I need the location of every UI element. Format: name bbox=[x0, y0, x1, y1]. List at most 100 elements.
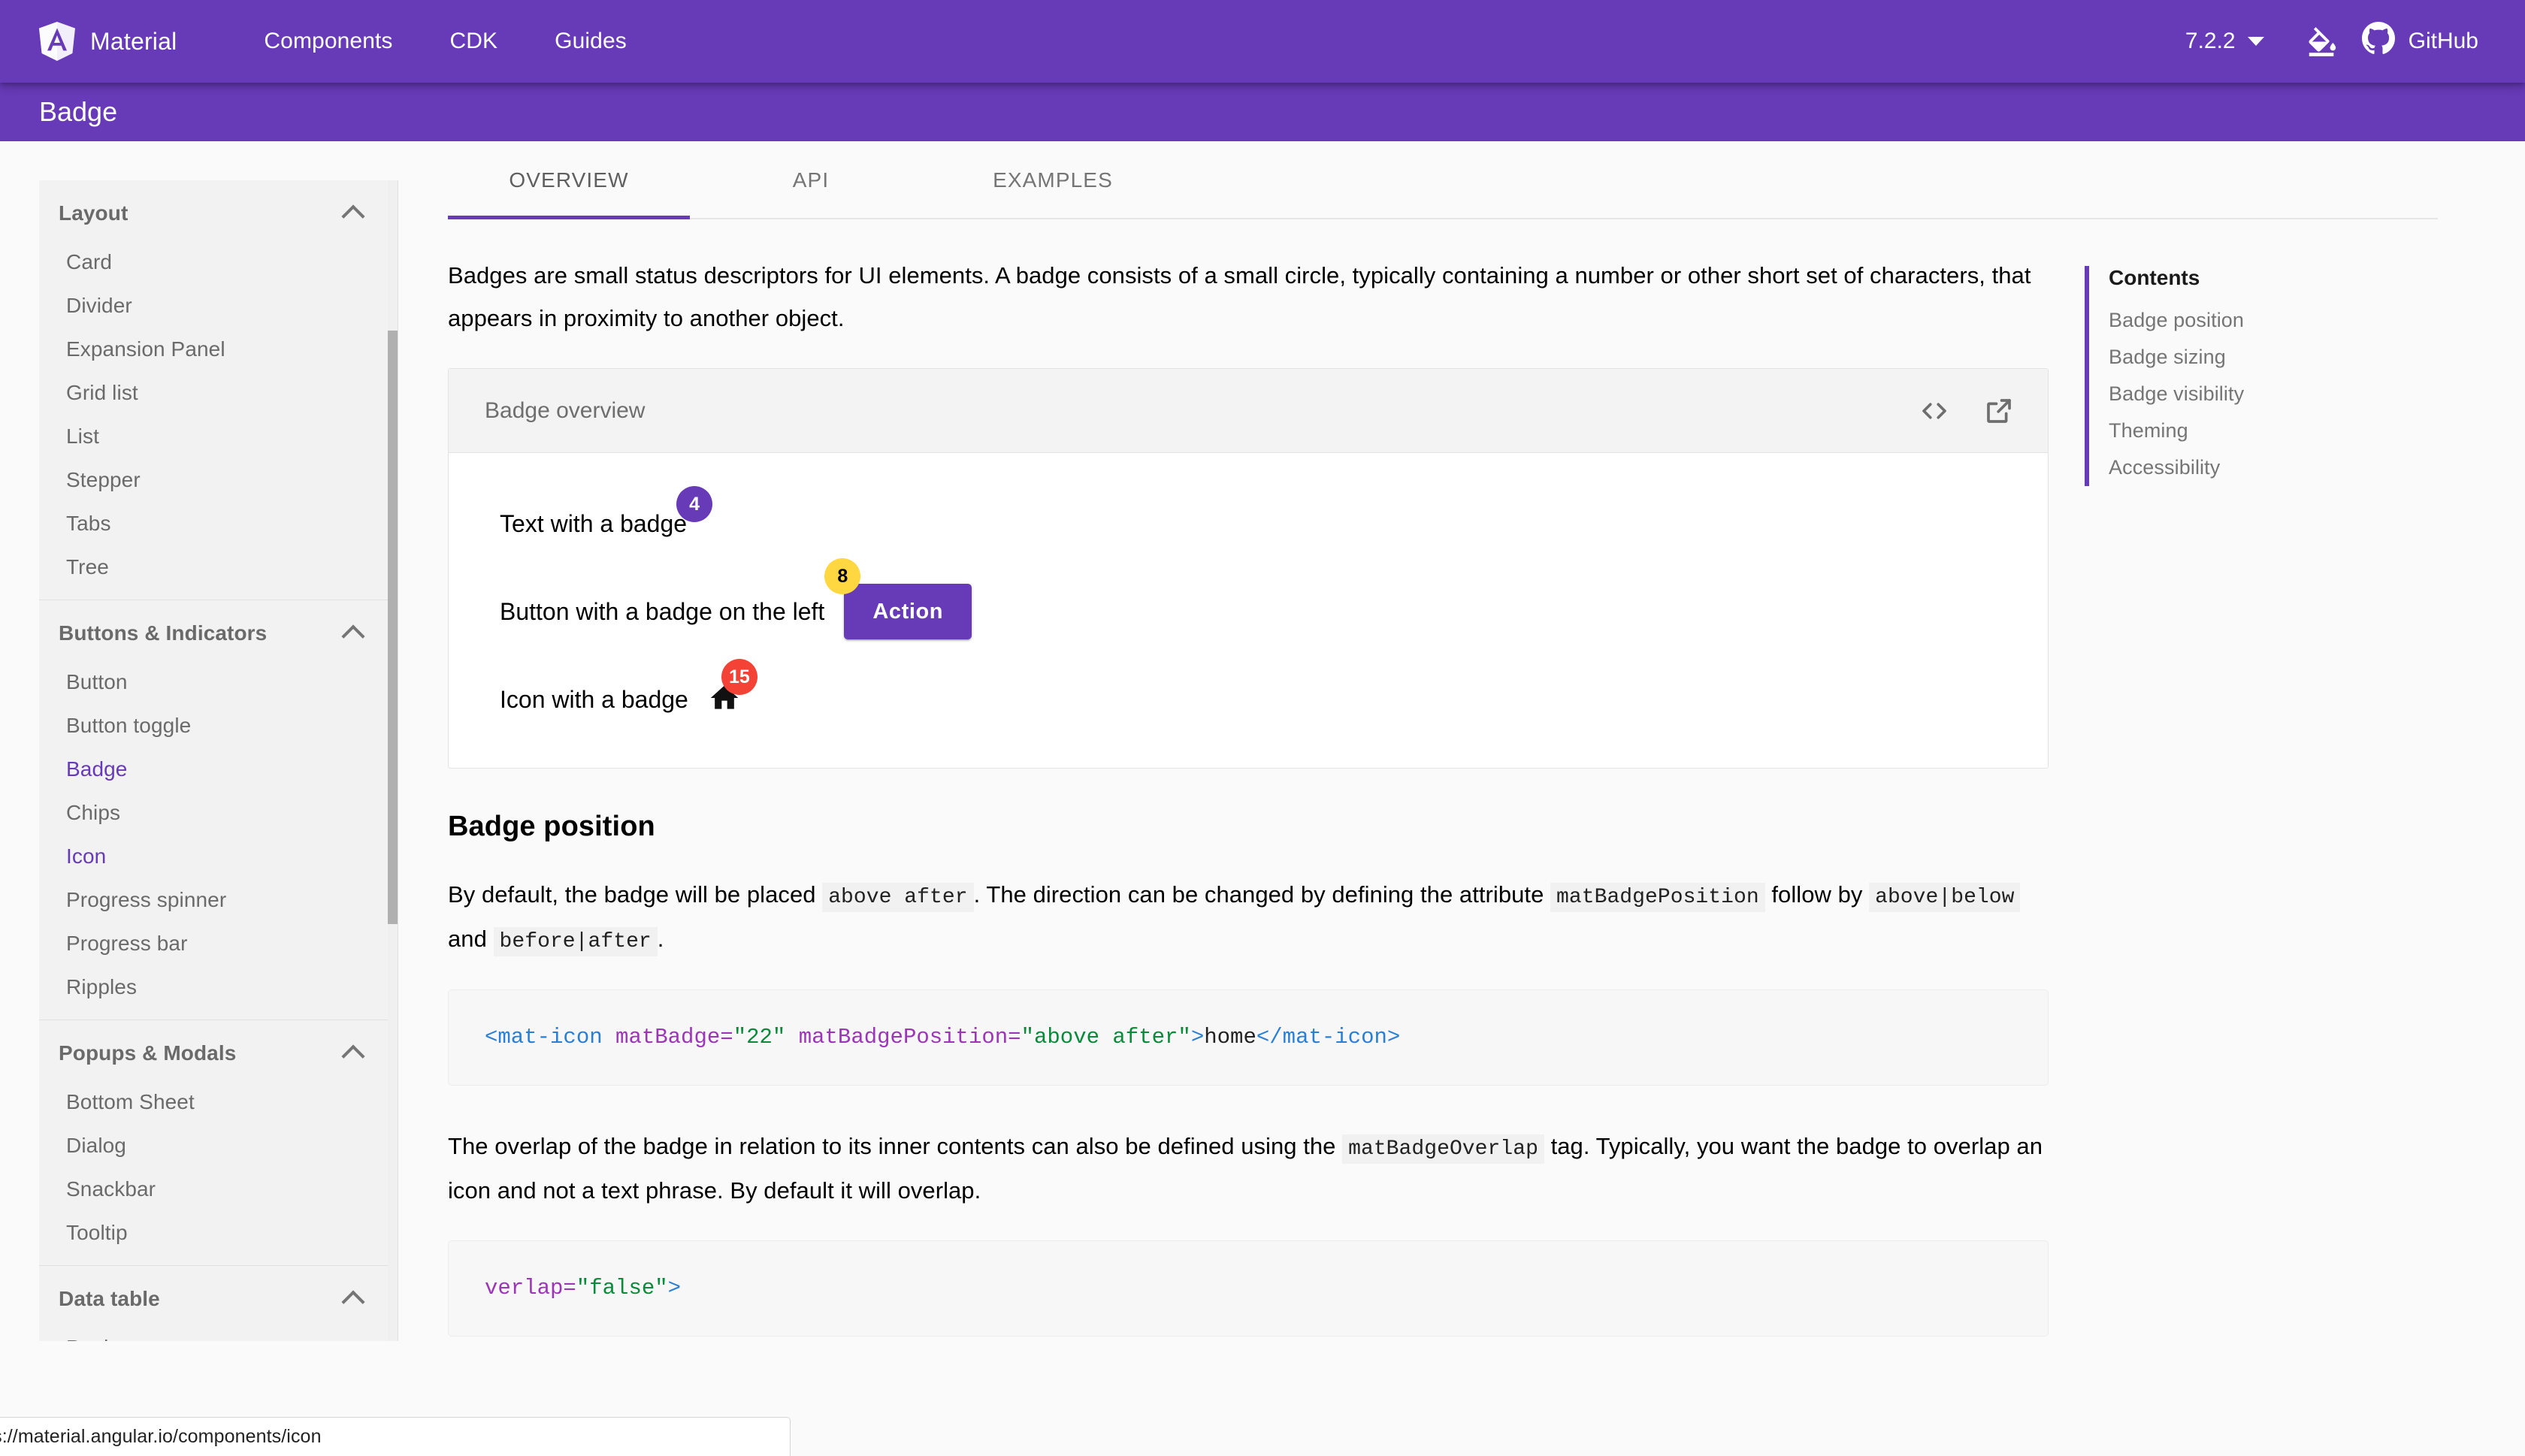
open-in-new-icon[interactable] bbox=[1983, 395, 2015, 427]
nav-group-title: Popups & Modals bbox=[59, 1041, 236, 1065]
code-above-below: above|below bbox=[1869, 883, 2020, 912]
code-token: "22" bbox=[733, 1025, 786, 1050]
nav-group-title: Buttons & Indicators bbox=[59, 621, 267, 645]
tab-examples[interactable]: EXAMPLES bbox=[932, 141, 1174, 218]
tab-overview[interactable]: OVERVIEW bbox=[448, 141, 690, 218]
page-title-bar: Badge bbox=[0, 83, 2525, 141]
sidebar-item-progress-spinner[interactable]: Progress spinner bbox=[39, 878, 398, 922]
toc-link-badge-visibility[interactable]: Badge visibility bbox=[2109, 376, 2430, 412]
sidebar-item-card[interactable]: Card bbox=[39, 240, 398, 284]
demo-icon-label: Icon with a badge bbox=[500, 686, 688, 714]
sidebar-item-ripples[interactable]: Ripples bbox=[39, 965, 398, 1009]
code-brackets-icon[interactable] bbox=[1919, 395, 1950, 427]
sidebar-item-progress-bar[interactable]: Progress bar bbox=[39, 922, 398, 965]
bp-text-b: . The direction can be changed by defini… bbox=[974, 881, 1550, 908]
nav-link-components[interactable]: Components bbox=[235, 0, 421, 83]
nav-group-header-popups-modals[interactable]: Popups & Modals bbox=[39, 1020, 398, 1080]
github-label: GitHub bbox=[2409, 29, 2478, 54]
demo-button-label: Button with a badge on the left bbox=[500, 598, 824, 626]
tab-api[interactable]: API bbox=[690, 141, 932, 218]
bp-text-c: follow by bbox=[1765, 881, 1869, 908]
demo-row-text-badge: Text with a badge 4 bbox=[500, 506, 1997, 542]
sidebar-item-badge[interactable]: Badge bbox=[39, 748, 398, 791]
chevron-up-icon bbox=[341, 1290, 364, 1313]
sidebar-item-list[interactable]: List bbox=[39, 415, 398, 458]
sidebar-item-stepper[interactable]: Stepper bbox=[39, 458, 398, 502]
sidebar: Layout Card Divider Expansion Panel Grid… bbox=[0, 141, 398, 1456]
chevron-up-icon bbox=[341, 624, 364, 648]
code-token: matBadge= bbox=[615, 1025, 733, 1050]
example-actions bbox=[1919, 395, 2015, 427]
code-token: "above after" bbox=[1021, 1025, 1191, 1050]
code-above-after: above after bbox=[822, 883, 973, 912]
nav-group-popups-modals: Popups & Modals Bottom Sheet Dialog Snac… bbox=[39, 1020, 398, 1266]
code-token: "false" bbox=[576, 1276, 668, 1300]
sidebar-item-tabs[interactable]: Tabs bbox=[39, 502, 398, 545]
sidebar-item-paginator[interactable]: Paginator bbox=[39, 1326, 398, 1341]
example-title: Badge overview bbox=[485, 398, 645, 424]
sidebar-item-divider[interactable]: Divider bbox=[39, 284, 398, 328]
code-token bbox=[603, 1025, 615, 1050]
toc-link-theming[interactable]: Theming bbox=[2109, 412, 2430, 449]
sidebar-item-dialog[interactable]: Dialog bbox=[39, 1124, 398, 1168]
code-token: matBadgePosition= bbox=[799, 1025, 1021, 1050]
chevron-down-icon bbox=[2248, 37, 2264, 46]
toc-link-accessibility[interactable]: Accessibility bbox=[2109, 449, 2430, 486]
page-title: Badge bbox=[39, 96, 117, 128]
brand-home-link[interactable]: Material bbox=[39, 22, 177, 61]
badge-warn: 15 bbox=[721, 659, 758, 695]
github-link[interactable]: GitHub bbox=[2362, 22, 2486, 61]
bp-text-e: . bbox=[658, 926, 664, 952]
action-button[interactable]: Action bbox=[844, 584, 972, 639]
example-viewer: Badge overview bbox=[448, 368, 2049, 769]
example-header: Badge overview bbox=[449, 369, 2048, 453]
sidebar-item-button[interactable]: Button bbox=[39, 660, 398, 704]
nav-link-guides[interactable]: Guides bbox=[526, 0, 655, 83]
sidebar-scroll-container[interactable]: Layout Card Divider Expansion Panel Grid… bbox=[39, 180, 398, 1341]
bp-text-a: By default, the badge will be placed bbox=[448, 881, 822, 908]
nav-group-title: Layout bbox=[59, 201, 128, 225]
code-token: > bbox=[668, 1276, 681, 1300]
demo-text-label: Text with a badge bbox=[500, 510, 687, 538]
toc-link-badge-position[interactable]: Badge position bbox=[2109, 302, 2430, 339]
nav-group-layout: Layout Card Divider Expansion Panel Grid… bbox=[39, 180, 398, 600]
sidebar-item-expansion-panel[interactable]: Expansion Panel bbox=[39, 328, 398, 371]
code-token: <mat-icon bbox=[485, 1025, 603, 1050]
sidebar-item-button-toggle[interactable]: Button toggle bbox=[39, 704, 398, 748]
nav-group-header-buttons-indicators[interactable]: Buttons & Indicators bbox=[39, 600, 398, 660]
nav-link-cdk[interactable]: CDK bbox=[422, 0, 527, 83]
sidebar-item-icon[interactable]: Icon bbox=[39, 835, 398, 878]
demo-row-icon-badge: Icon with a badge 15 bbox=[500, 681, 1997, 718]
code-before-after: before|after bbox=[494, 927, 658, 956]
nav-group-data-table: Data table Paginator Sort header bbox=[39, 1266, 398, 1341]
code-token: </mat-icon> bbox=[1256, 1025, 1400, 1050]
demo-row-button-badge: Button with a badge on the left 8 Action bbox=[500, 584, 1997, 639]
sidebar-item-tree[interactable]: Tree bbox=[39, 545, 398, 589]
content-wrapper: Layout Card Divider Expansion Panel Grid… bbox=[0, 141, 2525, 1456]
code-matbadgeoverlap: matBadgeOverlap bbox=[1342, 1134, 1544, 1164]
example-body: Text with a badge 4 Button with a badge … bbox=[449, 453, 2048, 768]
sidebar-item-bottom-sheet[interactable]: Bottom Sheet bbox=[39, 1080, 398, 1124]
sidebar-scrollbar-track[interactable] bbox=[388, 180, 398, 1341]
toc-link-badge-sizing[interactable]: Badge sizing bbox=[2109, 339, 2430, 376]
sidebar-item-snackbar[interactable]: Snackbar bbox=[39, 1168, 398, 1211]
nav-group-header-layout[interactable]: Layout bbox=[39, 180, 398, 240]
version-selector[interactable]: 7.2.2 bbox=[2167, 29, 2282, 54]
nav-group-header-data-table[interactable]: Data table bbox=[39, 1266, 398, 1326]
theme-picker-button[interactable] bbox=[2282, 23, 2362, 61]
button-with-badge: 8 Action bbox=[844, 584, 972, 639]
paint-bucket-icon bbox=[2305, 23, 2339, 61]
badge-overlap-paragraph: The overlap of the badge in relation to … bbox=[448, 1125, 2049, 1212]
sidebar-scrollbar-thumb[interactable] bbox=[388, 331, 398, 924]
sidebar-item-chips[interactable]: Chips bbox=[39, 791, 398, 835]
code-token: home bbox=[1204, 1025, 1256, 1050]
intro-paragraph: Badges are small status descriptors for … bbox=[448, 254, 2049, 340]
sidebar-item-grid-list[interactable]: Grid list bbox=[39, 371, 398, 415]
code-block-badge-position: <mat-icon matBadge="22" matBadgePosition… bbox=[448, 989, 2049, 1086]
bo-text-a: The overlap of the badge in relation to … bbox=[448, 1133, 1342, 1159]
angular-shield-icon bbox=[39, 22, 75, 61]
sidebar-item-tooltip[interactable]: Tooltip bbox=[39, 1211, 398, 1255]
toc-title: Contents bbox=[2109, 266, 2430, 290]
status-bar-url-preview: https://material.angular.io/components/i… bbox=[0, 1417, 791, 1456]
chevron-up-icon bbox=[341, 204, 364, 228]
